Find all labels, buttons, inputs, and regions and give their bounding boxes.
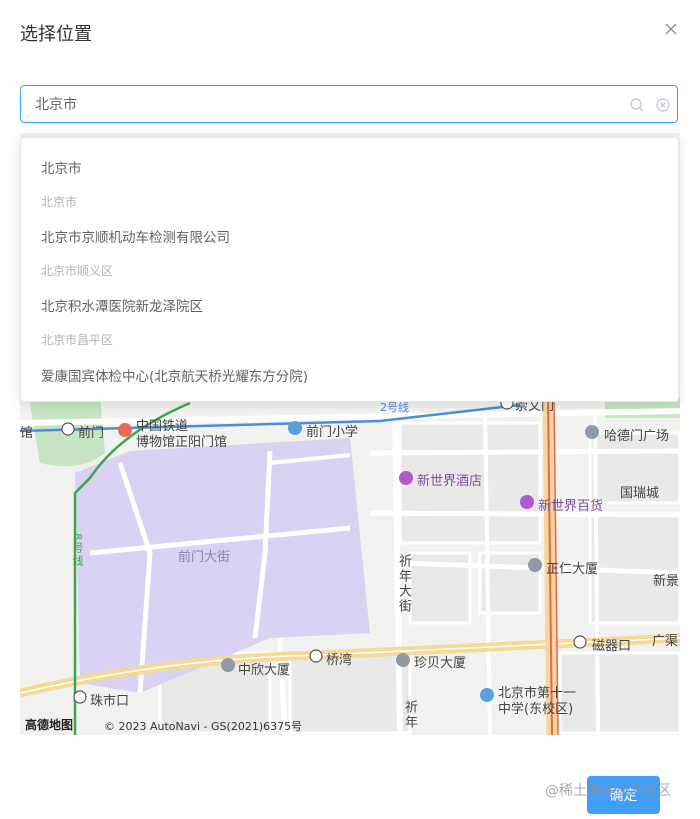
map-label-hotel: 新世界酒店 [417, 474, 483, 489]
map-label-qianmen-street: 前门大街 [178, 550, 231, 565]
suggestion-name: 北京市 [41, 161, 82, 177]
map-label-qiaowan: 桥湾 [326, 653, 353, 668]
map-label-qianmen-school: 前门小学 [306, 425, 359, 440]
map-label-ciqikou: 磁器口 [592, 639, 632, 654]
map-label-xinian: 祈年大街 [396, 554, 411, 614]
suggestion-item[interactable]: 北京市京顺机动车检测有限公司 北京市顺义区 [41, 210, 661, 278]
suggestion-district: 北京市昌平区 [41, 333, 114, 347]
dialog-title: 选择位置 [20, 24, 92, 45]
map-label-zhengren: 正仁大厦 [546, 562, 599, 577]
confirm-button[interactable]: 确定 [587, 776, 660, 814]
suggestion-name: 北京市京顺机动车检测有限公司 [41, 230, 230, 246]
map-label-museum-2: 博物馆正阳门馆 [136, 435, 228, 450]
close-icon[interactable] [662, 20, 680, 38]
clear-icon[interactable] [655, 97, 671, 113]
suggestion-name: 爱康国宾体检中心(北京航天桥光耀东方分院) [41, 369, 309, 385]
map-label-xinjing: 新景 [653, 574, 680, 589]
suggestion-item[interactable]: 北京积水潭医院新龙泽院区 北京市昌平区 [41, 280, 661, 347]
map-label-guangqu: 广渠 [652, 634, 679, 649]
map-label-guorui: 国瑞城 [620, 486, 660, 501]
map-label-zhenbei: 珍贝大厦 [414, 656, 467, 671]
suggestion-item[interactable]: 爱康国宾体检中心(北京航天桥光耀东方分院) [41, 350, 661, 400]
map-label-zhushikou: 珠市口 [90, 694, 130, 709]
search-suggestion-dropdown: 北京市 北京市 北京市京顺机动车检测有限公司 北京市顺义区 北京积水潭医院新龙泽… [20, 137, 679, 402]
map-label-hademen: 哈德门广场 [604, 429, 670, 444]
search-icon[interactable] [629, 97, 645, 113]
map-label-store: 新世界百货 [538, 499, 604, 514]
map-label-guan: 馆 [20, 426, 34, 441]
suggestion-district: 北京市顺义区 [41, 264, 114, 278]
suggestion-name: 北京积水潭医院新龙泽院区 [41, 299, 203, 315]
map-label-line8: 8号线 [71, 533, 84, 568]
map-label-school11-2: 中学(东校区) [498, 702, 574, 717]
search-box [20, 85, 678, 123]
map-label-xinian-2: 祈年 [402, 700, 417, 730]
amap-logo[interactable]: 高德地图 [25, 716, 73, 733]
map-label-qianmen: 前门 [78, 426, 105, 441]
map-copyright: © 2023 AutoNavi - GS(2021)6375号 [104, 720, 303, 733]
map-label-zhongxin: 中欣大厦 [238, 663, 291, 678]
search-input[interactable] [35, 86, 625, 122]
suggestion-district: 北京市 [41, 195, 78, 209]
select-location-dialog: 选择位置 北京市 馆 前门 中国铁道 博物馆正阳门馆 前门小学 哈德门广场 新世… [0, 0, 700, 819]
suggestion-item[interactable]: 北京市 北京市 [41, 138, 661, 209]
